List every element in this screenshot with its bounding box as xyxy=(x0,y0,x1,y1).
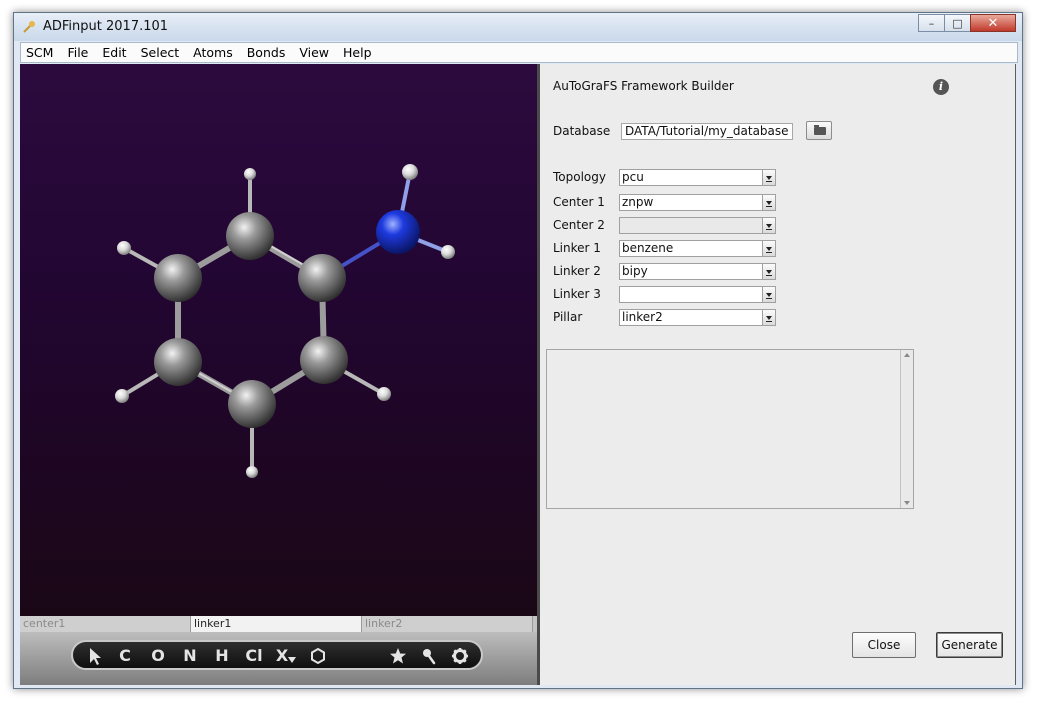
main-area: center1 linker1 linker2 C O N H Cl X AuT… xyxy=(20,64,1016,685)
maximize-button[interactable]: □ xyxy=(944,14,971,32)
pillar-select[interactable]: linker2 xyxy=(619,309,776,326)
molecule-viewer[interactable] xyxy=(20,64,537,616)
chevron-down-icon[interactable] xyxy=(762,287,775,302)
linker2-label: Linker 2 xyxy=(553,264,601,278)
star-icon[interactable] xyxy=(389,647,407,665)
center1-value: znpw xyxy=(622,195,654,209)
linker2-select[interactable]: bipy xyxy=(619,263,776,280)
chevron-down-icon[interactable] xyxy=(762,310,775,325)
other-element-tool[interactable]: X xyxy=(275,645,289,667)
app-window: ADFinput 2017.101 – □ ✕ SCM File Edit Se… xyxy=(13,12,1023,689)
tab-linker1[interactable]: linker1 xyxy=(191,616,362,632)
close-button[interactable]: Close xyxy=(852,632,916,658)
topology-label: Topology xyxy=(553,170,606,184)
menu-file[interactable]: File xyxy=(60,45,95,60)
linker1-select[interactable]: benzene xyxy=(619,240,776,257)
fragment-tabs: center1 linker1 linker2 xyxy=(20,616,537,632)
hydrogen-atom[interactable] xyxy=(115,389,129,403)
generate-button[interactable]: Generate xyxy=(936,632,1003,658)
browse-folder-button[interactable] xyxy=(806,121,832,140)
chevron-down-icon[interactable] xyxy=(762,170,775,185)
carbon-atom[interactable] xyxy=(154,338,202,386)
panel-title: AuToGraFS Framework Builder xyxy=(553,79,734,93)
search-icon[interactable] xyxy=(421,647,437,665)
nitrogen-tool[interactable]: N xyxy=(182,645,198,667)
hydrogen-atom[interactable] xyxy=(246,466,258,478)
atom-toolbar: C O N H Cl X xyxy=(71,640,483,670)
carbon-atom[interactable] xyxy=(300,336,348,384)
output-textarea[interactable] xyxy=(546,349,914,509)
menu-view[interactable]: View xyxy=(292,45,336,60)
center2-label: Center 2 xyxy=(553,218,605,232)
carbon-atom[interactable] xyxy=(226,212,274,260)
topology-select[interactable]: pcu xyxy=(619,169,776,186)
hydrogen-atom[interactable] xyxy=(402,164,418,180)
center2-select xyxy=(619,217,776,234)
hydrogen-atom[interactable] xyxy=(117,241,131,255)
hydrogen-atom[interactable] xyxy=(244,168,256,180)
toolbar-strip: C O N H Cl X xyxy=(20,632,537,685)
center1-label: Center 1 xyxy=(553,195,605,209)
menu-edit[interactable]: Edit xyxy=(95,45,133,60)
linker1-label: Linker 1 xyxy=(553,241,601,255)
hydrogen-atom[interactable] xyxy=(441,245,455,259)
autografs-panel: AuToGraFS Framework Builder i Database D… xyxy=(537,64,1015,685)
scroll-down-icon[interactable] xyxy=(901,498,913,508)
info-icon[interactable]: i xyxy=(933,79,949,95)
database-field[interactable]: DATA/Tutorial/my_database xyxy=(621,123,793,140)
hydrogen-tool[interactable]: H xyxy=(214,645,230,667)
dropdown-triangle-icon[interactable] xyxy=(288,657,296,663)
molecule-canvas[interactable] xyxy=(20,64,537,616)
app-icon xyxy=(23,21,35,33)
pillar-value: linker2 xyxy=(622,310,663,324)
carbon-atom[interactable] xyxy=(154,254,202,302)
carbon-tool[interactable]: C xyxy=(118,645,132,667)
atoms xyxy=(115,164,455,478)
tab-linker2[interactable]: linker2 xyxy=(362,616,533,632)
chevron-down-icon[interactable] xyxy=(762,195,775,210)
topology-value: pcu xyxy=(622,170,644,184)
close-window-button[interactable]: ✕ xyxy=(970,14,1016,32)
chevron-down-icon[interactable] xyxy=(762,241,775,256)
ring-icon[interactable] xyxy=(309,647,327,665)
menu-select[interactable]: Select xyxy=(134,45,187,60)
menu-bonds[interactable]: Bonds xyxy=(240,45,293,60)
title-bar: ADFinput 2017.101 – □ ✕ xyxy=(14,13,1022,41)
menu-atoms[interactable]: Atoms xyxy=(186,45,240,60)
hydrogen-atom[interactable] xyxy=(377,387,391,401)
chlorine-tool[interactable]: Cl xyxy=(243,645,265,667)
linker1-value: benzene xyxy=(622,241,674,255)
chevron-down-icon xyxy=(762,218,775,233)
chevron-down-icon[interactable] xyxy=(762,264,775,279)
menu-bar: SCM File Edit Select Atoms Bonds View He… xyxy=(20,42,1018,63)
database-label: Database xyxy=(553,124,611,138)
vertical-scrollbar[interactable] xyxy=(900,350,913,508)
oxygen-tool[interactable]: O xyxy=(150,645,166,667)
window-title: ADFinput 2017.101 xyxy=(43,19,169,34)
linker2-value: bipy xyxy=(622,264,648,278)
carbon-atom[interactable] xyxy=(298,254,346,302)
nitrogen-atom[interactable] xyxy=(376,210,420,254)
linker3-select[interactable] xyxy=(619,286,776,303)
center1-select[interactable]: znpw xyxy=(619,194,776,211)
carbon-atom[interactable] xyxy=(228,380,276,428)
scroll-up-icon[interactable] xyxy=(901,350,913,360)
menu-help[interactable]: Help xyxy=(336,45,379,60)
select-arrow-icon[interactable] xyxy=(87,646,103,666)
menu-scm[interactable]: SCM xyxy=(21,45,60,60)
gear-icon[interactable] xyxy=(451,647,469,665)
minimize-button[interactable]: – xyxy=(918,14,945,32)
folder-icon xyxy=(814,125,826,135)
pillar-label: Pillar xyxy=(553,310,583,324)
linker3-label: Linker 3 xyxy=(553,287,601,301)
tab-center1[interactable]: center1 xyxy=(20,616,191,632)
